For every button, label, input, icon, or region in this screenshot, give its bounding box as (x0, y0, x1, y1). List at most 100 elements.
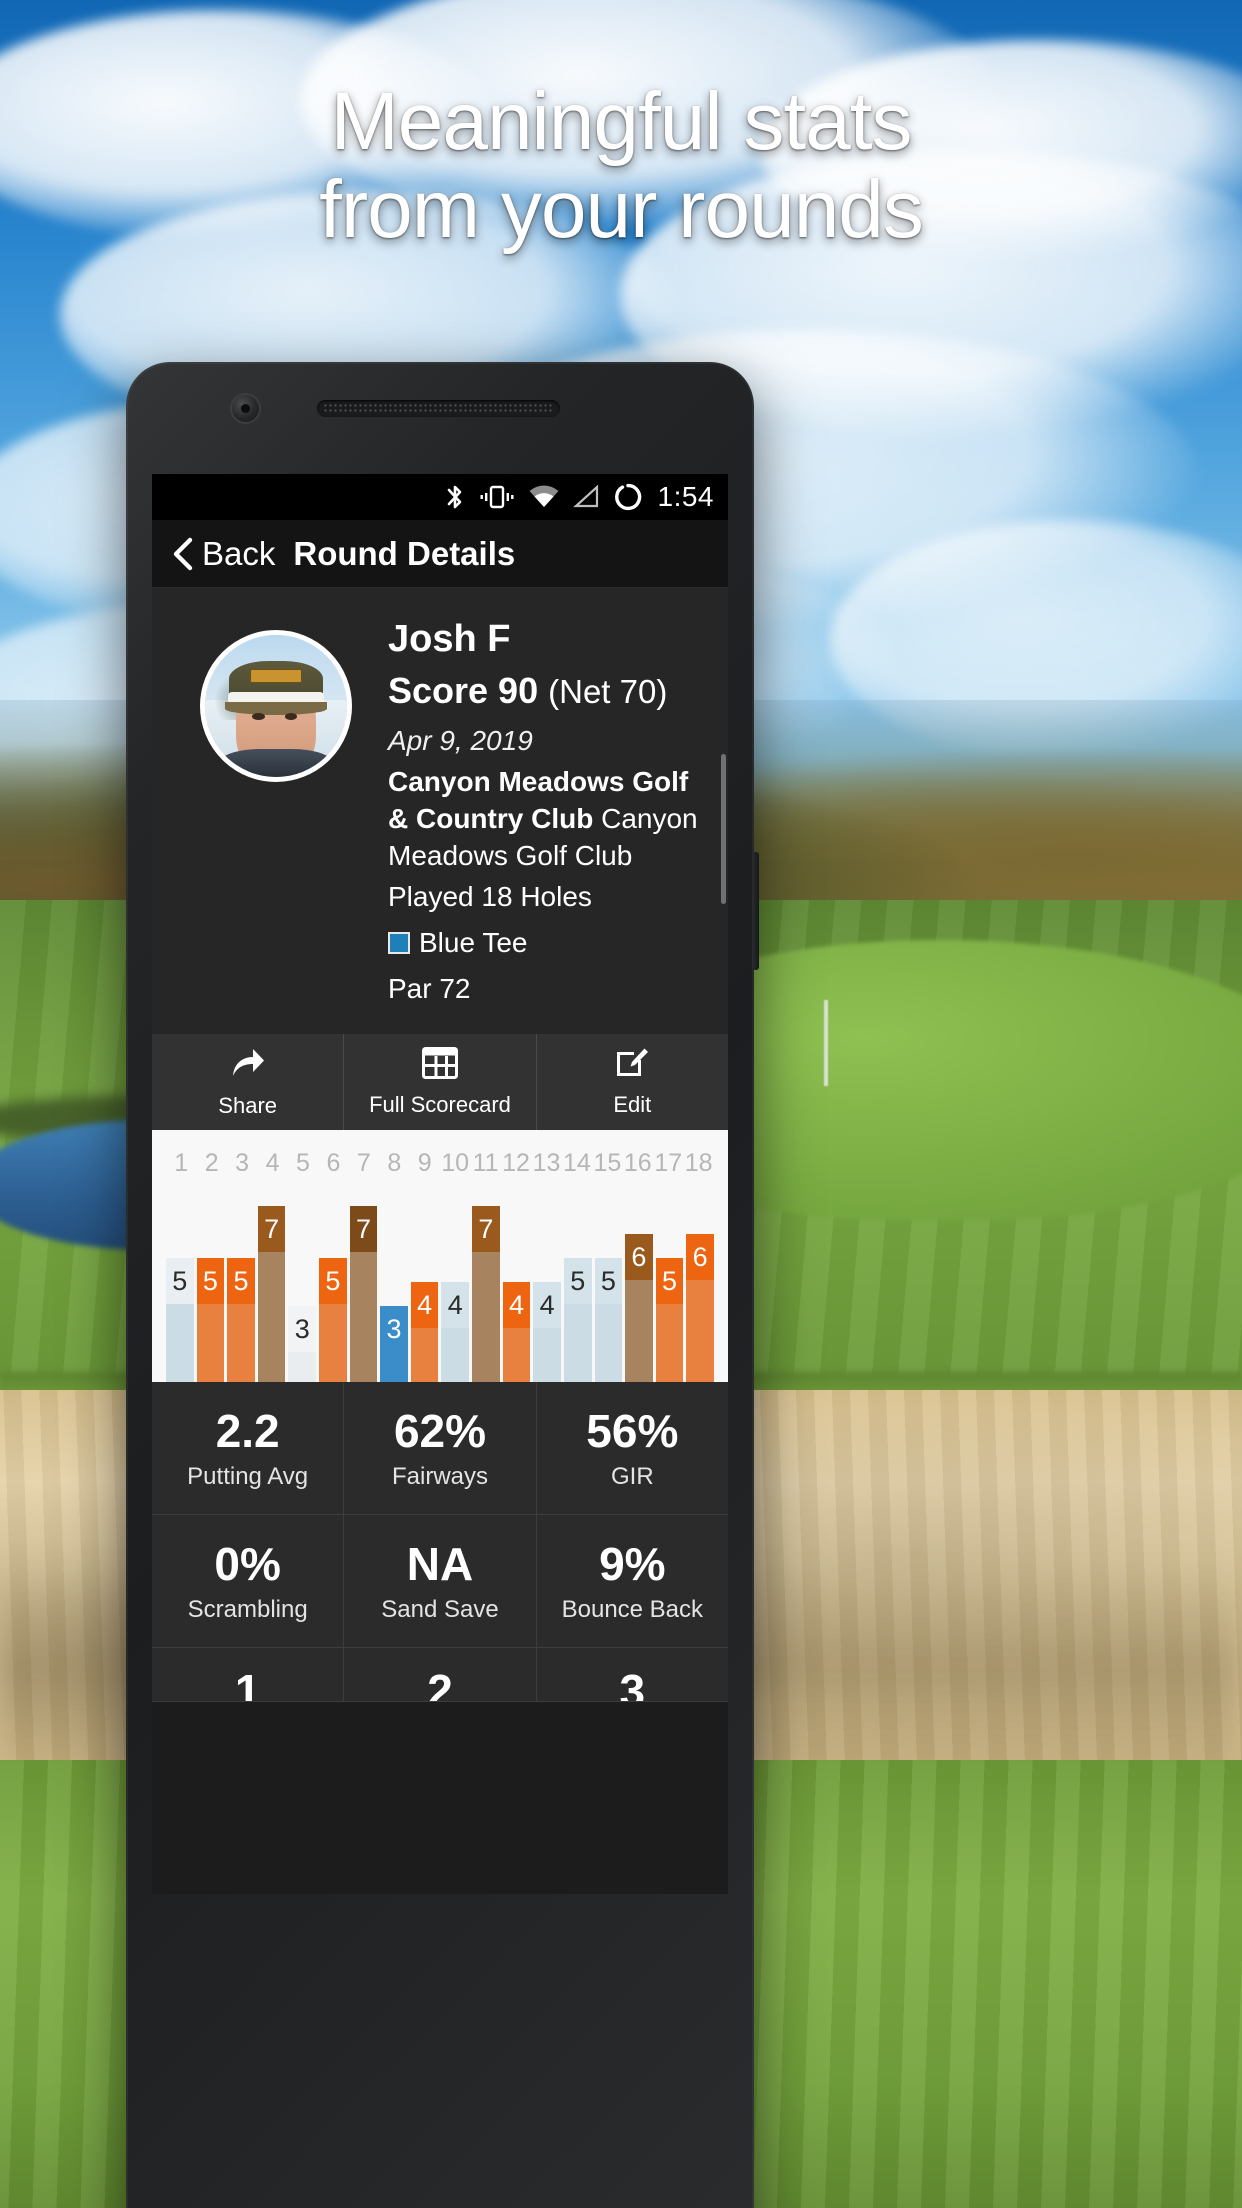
hole-number: 2 (204, 1149, 219, 1177)
hole-number: 3 (235, 1149, 250, 1177)
hole-bar[interactable]: 5 (166, 1258, 194, 1382)
hole-bar[interactable]: 4 (533, 1282, 561, 1382)
bar-column[interactable]: 4 (441, 1182, 470, 1382)
hole-score-label: 4 (441, 1282, 470, 1328)
bar-column[interactable]: 5 (196, 1182, 225, 1382)
course-name: Canyon Meadows Golf & Country Club Canyo… (388, 763, 708, 874)
pencil-square-icon (614, 1047, 650, 1084)
bar-column[interactable]: 3 (288, 1182, 317, 1382)
stat-gir[interactable]: 56% GIR (537, 1382, 728, 1514)
bar-column[interactable]: 6 (686, 1182, 714, 1382)
hole-bar[interactable]: 3 (380, 1306, 408, 1382)
hole-bar-body (502, 1328, 531, 1382)
hole-bar-body (594, 1304, 623, 1382)
hole-bar[interactable]: 7 (257, 1206, 286, 1382)
hole-number: 5 (296, 1149, 310, 1177)
bluetooth-icon (444, 482, 466, 512)
bar-column[interactable]: 4 (410, 1182, 439, 1382)
hole-bar[interactable]: 5 (227, 1258, 255, 1382)
par-label: Par 72 (388, 973, 471, 1004)
hole-bar[interactable]: 7 (349, 1206, 378, 1382)
hole-bar-body (686, 1280, 714, 1382)
volume-button[interactable] (752, 852, 759, 970)
stats-row-3-clipped: 1 2 3 (152, 1648, 728, 1702)
hole-bar[interactable]: 4 (410, 1282, 439, 1382)
hole-bar[interactable]: 4 (441, 1282, 470, 1382)
edit-button[interactable]: Edit (537, 1034, 728, 1130)
hole-bar[interactable]: 6 (625, 1234, 653, 1382)
avatar-eye-left (251, 713, 265, 721)
bar-column[interactable]: 5 (166, 1182, 194, 1382)
hole-bar-body (380, 1352, 408, 1382)
stat-putting-avg[interactable]: 2.2 Putting Avg (152, 1382, 345, 1514)
stat-sand-save[interactable]: NA Sand Save (344, 1515, 537, 1647)
hole-bar-body (288, 1352, 317, 1382)
scrollbar[interactable] (721, 754, 726, 904)
share-button[interactable]: Share (152, 1034, 345, 1130)
bar-column[interactable]: 5 (655, 1182, 684, 1382)
avatar[interactable] (200, 630, 352, 782)
hole-score-label: 5 (166, 1258, 194, 1304)
action-bar: Share Full Scorecard Edit (152, 1034, 728, 1130)
stat-value: 9% (599, 1538, 666, 1590)
hole-bar[interactable]: 3 (288, 1306, 317, 1382)
stat-label: GIR (610, 1463, 654, 1490)
hole-bar-body (533, 1328, 561, 1382)
stat-label: Bounce Back (561, 1596, 704, 1623)
hole-number: 9 (417, 1149, 432, 1177)
avatar-hat-patch (250, 669, 302, 684)
full-scorecard-button[interactable]: Full Scorecard (344, 1034, 537, 1130)
phone-screen: 1:54 Back Round Details Josh F Score 90 … (152, 474, 728, 1894)
stat-clipped-3[interactable]: 3 (537, 1648, 728, 1701)
hole-number: 17 (654, 1149, 683, 1177)
bar-column[interactable]: 4 (533, 1182, 561, 1382)
stat-label: Putting Avg (187, 1463, 309, 1490)
page-title: Round Details (293, 534, 516, 572)
back-button[interactable]: Back (202, 535, 275, 573)
hole-bar-body (655, 1304, 684, 1382)
hole-bar-body (257, 1252, 286, 1382)
bar-column[interactable]: 5 (594, 1182, 623, 1382)
bar-column[interactable]: 6 (625, 1182, 653, 1382)
bar-column[interactable]: 5 (319, 1182, 347, 1382)
bar-column[interactable]: 3 (380, 1182, 408, 1382)
hole-score-label: 6 (625, 1234, 653, 1280)
stat-value: 1 (234, 1665, 261, 1701)
hole-bar[interactable]: 5 (655, 1258, 684, 1382)
bar-column[interactable]: 7 (472, 1182, 500, 1382)
tee-label: Blue Tee (419, 927, 528, 958)
hole-score-label: 3 (288, 1306, 317, 1352)
bar-column[interactable]: 5 (227, 1182, 255, 1382)
stat-clipped-2[interactable]: 2 (344, 1648, 537, 1701)
stat-bounce-back[interactable]: 9% Bounce Back (537, 1515, 728, 1647)
bar-column[interactable]: 5 (563, 1182, 592, 1382)
tee-color-swatch (388, 932, 410, 954)
stat-clipped-1[interactable]: 1 (152, 1648, 345, 1701)
wifi-icon (528, 485, 560, 509)
bar-column[interactable]: 7 (257, 1182, 286, 1382)
vibrate-icon (479, 484, 515, 510)
stat-label: Fairways (391, 1463, 488, 1490)
hole-bar[interactable]: 5 (594, 1258, 623, 1382)
bar-column[interactable]: 7 (349, 1182, 378, 1382)
hole-bar[interactable]: 5 (319, 1258, 347, 1382)
hole-score-label: 5 (196, 1258, 225, 1304)
tee-row: Blue Tee (388, 920, 708, 966)
bar-column[interactable]: 4 (502, 1182, 531, 1382)
hole-bar-body (563, 1304, 592, 1382)
stat-fairways[interactable]: 62% Fairways (344, 1382, 537, 1514)
hole-bar[interactable]: 5 (563, 1258, 592, 1382)
hole-bar[interactable]: 5 (196, 1258, 225, 1382)
score-value: Score 90 (388, 670, 539, 711)
chevron-left-icon[interactable] (170, 537, 196, 571)
stat-value: 0% (214, 1538, 281, 1590)
hole-bar[interactable]: 4 (502, 1282, 531, 1382)
stat-value: 3 (619, 1665, 646, 1701)
hole-number: 14 (563, 1149, 591, 1177)
hole-bar[interactable]: 7 (472, 1206, 500, 1382)
stat-scrambling[interactable]: 0% Scrambling (152, 1515, 345, 1647)
edit-label: Edit (613, 1091, 652, 1117)
hole-bar-body (227, 1304, 255, 1382)
hole-score-label: 5 (563, 1258, 592, 1304)
hole-bar[interactable]: 6 (686, 1234, 714, 1382)
